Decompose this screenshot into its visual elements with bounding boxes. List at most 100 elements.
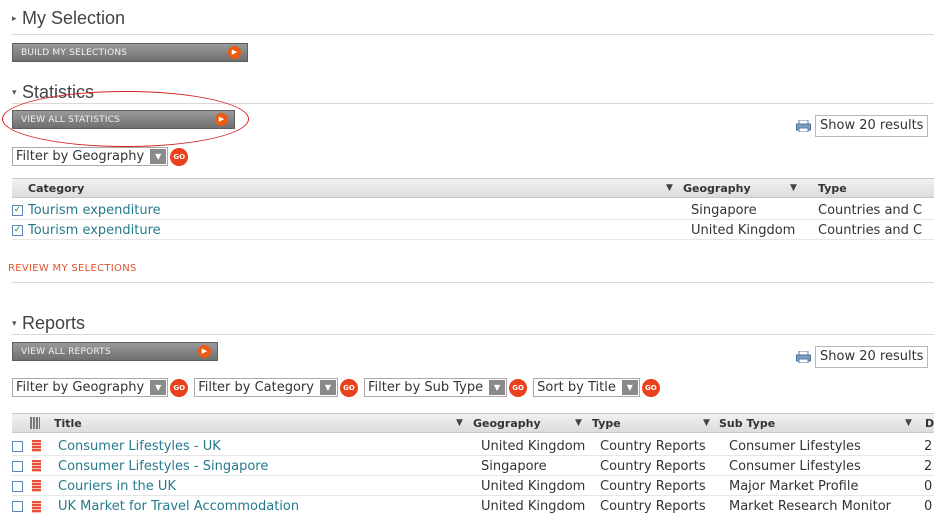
sort-icon[interactable]: ▼ xyxy=(456,414,463,432)
my-selection-header[interactable]: ▸ My Selection xyxy=(12,8,125,29)
column-title[interactable]: Title xyxy=(54,414,82,432)
row-d: 2 xyxy=(924,438,933,454)
reports-header[interactable]: ▾ Reports xyxy=(12,313,85,334)
row-checkbox[interactable] xyxy=(12,477,23,495)
go-button[interactable]: GO xyxy=(509,378,528,397)
filter-category-label: Filter by Category xyxy=(198,380,314,395)
go-button[interactable]: GO xyxy=(170,378,189,397)
row-checkbox[interactable] xyxy=(12,497,23,516)
checkmark-icon: ✓ xyxy=(12,224,23,236)
row-checkbox[interactable] xyxy=(12,437,23,455)
row-type: Country Reports xyxy=(600,458,706,474)
row-title[interactable]: Couriers in the UK xyxy=(58,477,176,495)
column-type[interactable]: Type xyxy=(592,414,621,432)
row-d: 2 xyxy=(924,458,933,474)
statistics-table-header: Category ▼ Geography ▼ Type xyxy=(12,178,934,198)
report-document-icon xyxy=(32,497,41,516)
column-geography[interactable]: Geography xyxy=(683,179,751,197)
row-subtype: Major Market Profile xyxy=(729,478,859,494)
dropdown-arrow-icon: ▼ xyxy=(150,380,167,395)
row-subtype: Market Research Monitor xyxy=(729,499,891,514)
reports-table-header: Title ▼ Geography ▼ Type ▼ Sub Type ▼ D xyxy=(12,413,934,433)
column-type[interactable]: Type xyxy=(818,179,847,197)
review-my-selections-link[interactable]: REVIEW MY SELECTIONS xyxy=(8,263,137,274)
arrow-right-icon: ▶ xyxy=(228,46,241,59)
row-type: Countries and C xyxy=(818,202,923,218)
dropdown-arrow-icon: ▼ xyxy=(489,380,506,395)
table-row: UK Market for Travel Accommodation Unite… xyxy=(12,497,934,516)
sort-icon[interactable]: ▼ xyxy=(703,414,710,432)
column-d[interactable]: D xyxy=(925,414,934,432)
row-category[interactable]: Tourism expenditure xyxy=(28,221,161,239)
table-row: Consumer Lifestyles - UK United Kingdom … xyxy=(12,437,934,456)
printer-icon xyxy=(796,351,811,363)
printer-icon xyxy=(796,120,811,132)
row-geography: United Kingdom xyxy=(481,478,586,494)
row-geography: United Kingdom xyxy=(691,222,796,238)
divider xyxy=(12,34,934,35)
row-geography: Singapore xyxy=(481,458,547,474)
divider xyxy=(12,334,934,335)
sort-icon[interactable]: ▼ xyxy=(666,179,673,197)
report-document-icon xyxy=(32,477,41,495)
sort-icon[interactable]: ▼ xyxy=(905,414,912,432)
dropdown-arrow-icon: ▼ xyxy=(150,149,167,164)
expand-triangle-icon: ▸ xyxy=(12,13,17,23)
row-checkbox[interactable]: ✓ xyxy=(12,201,23,219)
row-type: Countries and C xyxy=(818,222,923,238)
reports-filter-bar: Filter by Geography ▼ GO Filter by Categ… xyxy=(12,378,664,397)
row-d: 0 xyxy=(924,478,933,494)
row-geography: United Kingdom xyxy=(481,499,586,514)
statistics-show-results[interactable]: Show 20 results xyxy=(796,115,929,137)
column-category[interactable]: Category xyxy=(28,179,84,197)
filter-geography-select[interactable]: Filter by Geography ▼ xyxy=(12,378,169,397)
row-checkbox[interactable]: ✓ xyxy=(12,221,23,239)
table-row: ✓ Tourism expenditure Singapore Countrie… xyxy=(12,201,934,220)
filter-subtype-select[interactable]: Filter by Sub Type ▼ xyxy=(363,378,508,397)
sort-icon[interactable]: ▼ xyxy=(790,179,797,197)
row-d: 0 xyxy=(924,499,933,514)
row-checkbox[interactable] xyxy=(12,457,23,475)
column-geography[interactable]: Geography xyxy=(473,414,541,432)
filter-geography-select[interactable]: Filter by Geography ▼ xyxy=(12,147,169,166)
reports-title: Reports xyxy=(22,313,86,333)
build-my-selections-button[interactable]: BUILD MY SELECTIONS ▶ xyxy=(12,43,248,62)
filter-subtype-label: Filter by Sub Type xyxy=(367,380,484,395)
report-document-icon xyxy=(32,457,41,475)
annotation-ellipse xyxy=(2,91,249,147)
column-toggle-icon[interactable] xyxy=(30,414,40,432)
dropdown-arrow-icon: ▼ xyxy=(621,380,638,395)
dropdown-arrow-icon: ▼ xyxy=(319,380,336,395)
sort-by-title-select[interactable]: Sort by Title ▼ xyxy=(533,378,640,397)
table-row: ✓ Tourism expenditure United Kingdom Cou… xyxy=(12,221,934,240)
row-type: Country Reports xyxy=(600,438,706,454)
filter-category-select[interactable]: Filter by Category ▼ xyxy=(194,378,338,397)
show-results-select[interactable]: Show 20 results xyxy=(815,346,929,368)
view-all-reports-label: VIEW ALL REPORTS xyxy=(21,346,111,357)
statistics-filter-bar: Filter by Geography ▼ GO xyxy=(12,147,192,166)
divider xyxy=(12,282,934,283)
go-button[interactable]: GO xyxy=(641,378,660,397)
checkmark-icon: ✓ xyxy=(12,204,23,216)
show-results-select[interactable]: Show 20 results xyxy=(815,115,929,137)
my-selection-title: My Selection xyxy=(22,8,126,28)
row-type: Country Reports xyxy=(600,478,706,494)
filter-geography-label: Filter by Geography xyxy=(16,380,145,395)
table-row: Consumer Lifestyles - Singapore Singapor… xyxy=(12,457,934,476)
collapse-triangle-icon: ▾ xyxy=(12,318,17,328)
row-subtype: Consumer Lifestyles xyxy=(729,438,861,454)
go-button[interactable]: GO xyxy=(170,147,189,166)
report-document-icon xyxy=(32,437,41,455)
row-category[interactable]: Tourism expenditure xyxy=(28,201,161,219)
row-title[interactable]: Consumer Lifestyles - Singapore xyxy=(58,457,268,475)
reports-show-results[interactable]: Show 20 results xyxy=(796,346,929,368)
filter-geography-label: Filter by Geography xyxy=(16,149,145,164)
sort-icon[interactable]: ▼ xyxy=(575,414,582,432)
row-title[interactable]: Consumer Lifestyles - UK xyxy=(58,437,221,455)
go-button[interactable]: GO xyxy=(339,378,358,397)
build-my-selections-label: BUILD MY SELECTIONS xyxy=(21,47,128,58)
view-all-reports-button[interactable]: VIEW ALL REPORTS ▶ xyxy=(12,342,218,361)
row-title[interactable]: UK Market for Travel Accommodation xyxy=(58,497,299,516)
row-type: Country Reports xyxy=(600,499,706,514)
column-subtype[interactable]: Sub Type xyxy=(719,414,775,432)
